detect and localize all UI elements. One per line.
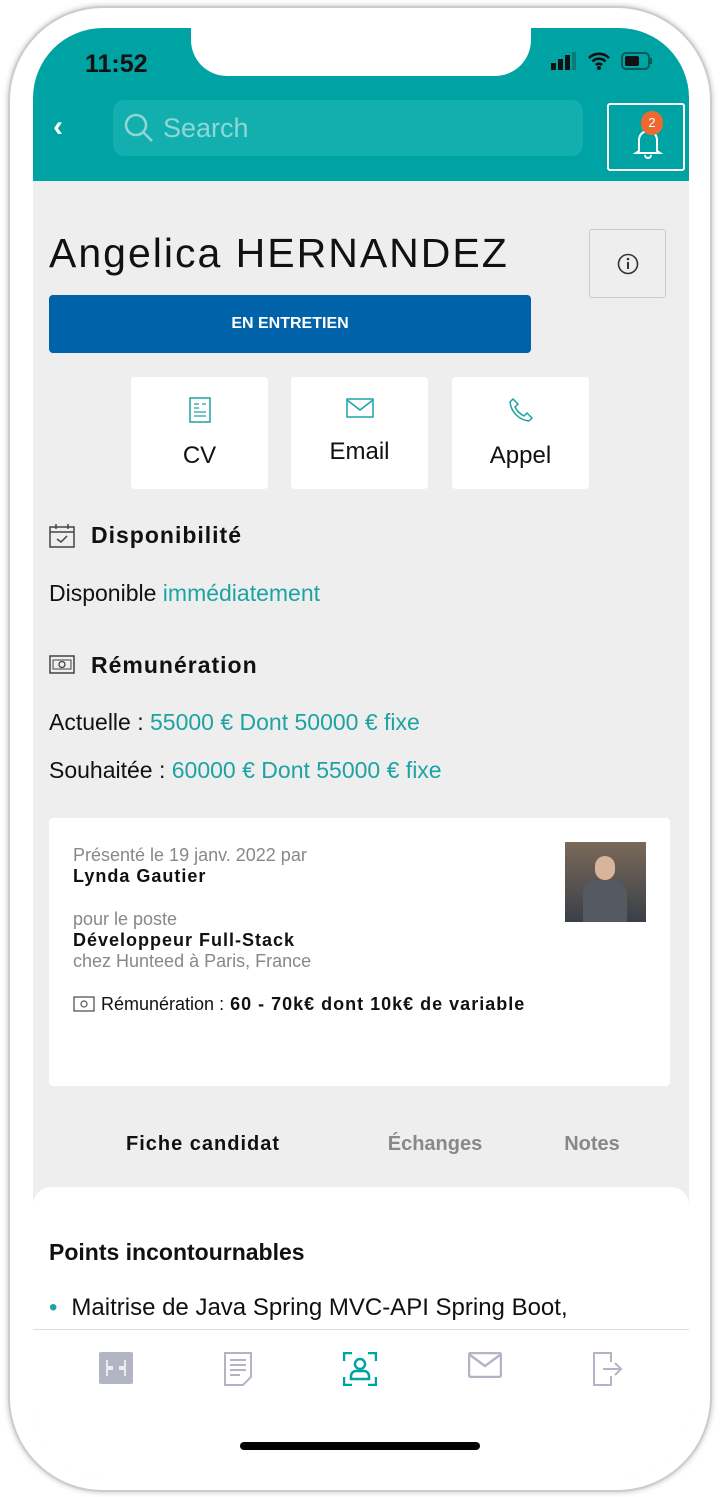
- for-label: pour le poste: [73, 909, 178, 929]
- panel-title: Points incontournables: [49, 1239, 305, 1265]
- info-icon: [617, 253, 638, 274]
- search-input[interactable]: Search: [113, 100, 583, 156]
- envelope-icon: [345, 398, 374, 418]
- search-placeholder: Search: [163, 112, 249, 143]
- recruiter-name: Lynda Gautier: [73, 866, 207, 886]
- desired-salary-label: Souhaitée :: [49, 757, 166, 783]
- battery-icon: [621, 52, 652, 70]
- tab-bar: Fiche candidat Échanges Notes: [33, 1133, 689, 1156]
- salary-title-text: Rémunération: [91, 652, 258, 678]
- bullet-icon: •: [49, 1294, 58, 1321]
- calendar-icon: [49, 523, 75, 548]
- phone-icon: [508, 397, 533, 422]
- info-button[interactable]: [589, 229, 666, 298]
- nav-candidate-icon[interactable]: [342, 1352, 377, 1386]
- signal-icon: [551, 52, 576, 70]
- notch: [191, 28, 531, 76]
- presentation-card: Présenté le 19 janv. 2022 par Lynda Gaut…: [49, 818, 670, 1086]
- availability-title-text: Disponibilité: [91, 522, 242, 548]
- bottom-nav: [33, 1329, 689, 1478]
- card-salary: Rémunération : 60 - 70k€ dont 10k€ de va…: [73, 994, 646, 1015]
- wifi-icon: [588, 52, 610, 70]
- status-button[interactable]: EN ENTRETIEN: [49, 295, 531, 353]
- home-indicator[interactable]: [240, 1442, 480, 1450]
- presented-text: Présenté le 19 janv. 2022 par: [73, 845, 307, 865]
- app-header: 11:52 ‹ Search 2: [33, 28, 689, 181]
- document-icon: [188, 397, 211, 423]
- money-icon: [73, 995, 95, 1012]
- card-salary-value: 60 - 70k€ dont 10k€ de variable: [230, 994, 526, 1014]
- nav-logout-icon[interactable]: [593, 1352, 623, 1386]
- email-button[interactable]: Email: [291, 377, 428, 489]
- cv-button[interactable]: CV: [131, 377, 268, 489]
- back-button[interactable]: ‹: [53, 110, 63, 144]
- nav-mail-icon[interactable]: [468, 1352, 503, 1378]
- current-salary-value: 55000 € Dont 50000 € fixe: [150, 709, 420, 735]
- nav-home-icon[interactable]: [98, 1352, 133, 1384]
- screen: 11:52 ‹ Search 2 Angelica HERNANDEZ EN E…: [33, 28, 689, 1478]
- availability-title: Disponibilité: [49, 522, 242, 549]
- current-salary-label: Actuelle :: [49, 709, 144, 735]
- money-icon: [49, 654, 75, 674]
- company-text: chez Hunteed à Paris, France: [73, 951, 312, 971]
- tab-fiche-candidat[interactable]: Fiche candidat: [33, 1133, 373, 1156]
- candidate-name: Angelica HERNANDEZ: [49, 230, 509, 276]
- current-salary: Actuelle : 55000 € Dont 50000 € fixe: [49, 709, 420, 736]
- desired-salary-value: 60000 € Dont 55000 € fixe: [171, 757, 442, 783]
- notification-badge: 2: [641, 111, 663, 135]
- availability-value: immédiatement: [162, 580, 321, 606]
- recruiter-avatar: [565, 842, 646, 922]
- status-icons: [551, 52, 653, 70]
- search-icon: [124, 113, 153, 142]
- bullet-item: • Maitrise de Java Spring MVC-API Spring …: [49, 1294, 673, 1322]
- availability-prefix: Disponible: [49, 580, 157, 606]
- status-time: 11:52: [85, 50, 148, 78]
- nav-document-icon[interactable]: [223, 1352, 252, 1386]
- notifications-button[interactable]: 2: [607, 103, 685, 171]
- cv-label: CV: [182, 442, 217, 469]
- call-label: Appel: [489, 442, 552, 469]
- bullet-text: Maitrise de Java Spring MVC-API Spring B…: [71, 1294, 568, 1321]
- availability-line: Disponible immédiatement: [49, 580, 320, 607]
- card-salary-label: Rémunération :: [101, 994, 225, 1014]
- email-label: Email: [329, 438, 390, 465]
- desired-salary: Souhaitée : 60000 € Dont 55000 € fixe: [49, 757, 442, 784]
- call-button[interactable]: Appel: [452, 377, 589, 489]
- tab-echanges[interactable]: Échanges: [373, 1133, 497, 1156]
- position-name: Développeur Full-Stack: [73, 930, 296, 950]
- tab-notes[interactable]: Notes: [497, 1133, 687, 1156]
- salary-title: Rémunération: [49, 652, 258, 679]
